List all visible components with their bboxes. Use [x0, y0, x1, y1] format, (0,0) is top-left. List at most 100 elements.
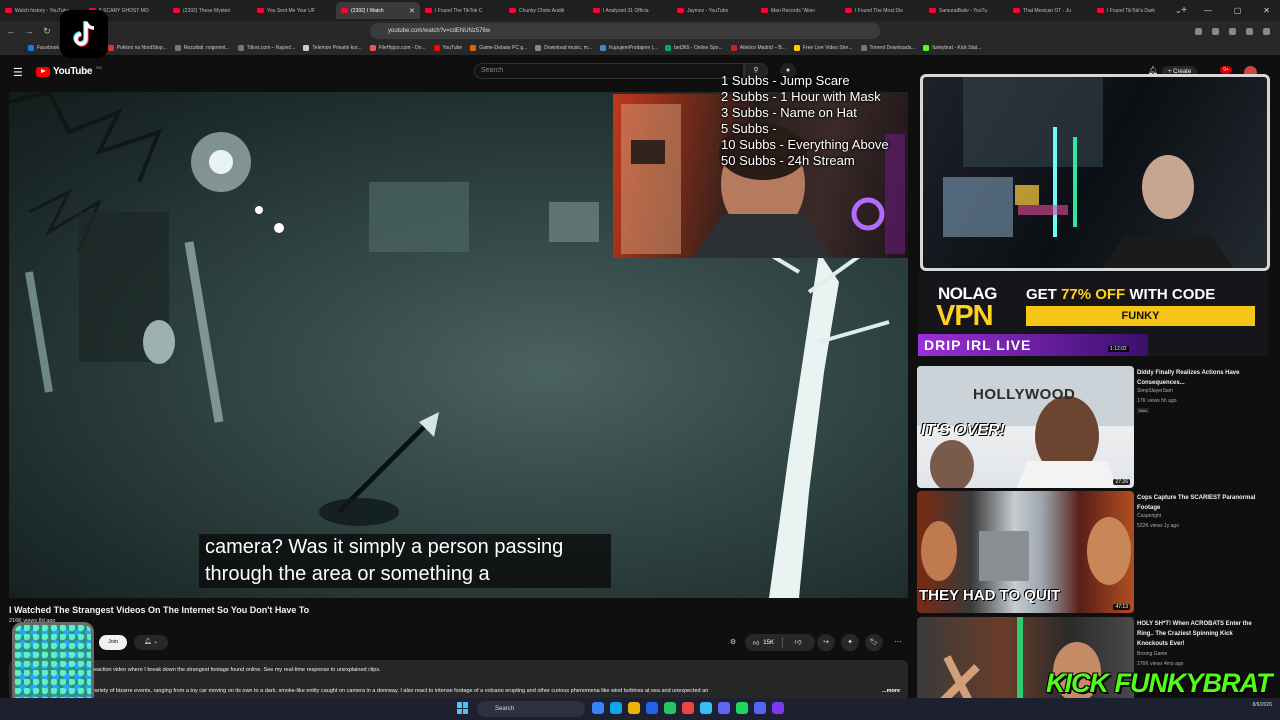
video-title[interactable]: Cops Capture The SCARIEST Paranormal Foo…	[1137, 493, 1262, 513]
extension-icons	[1195, 23, 1270, 39]
extension-icon[interactable]	[1246, 27, 1253, 35]
recommended-video[interactable]: HOLLYWOOD IT'S OVER! 27:26 Diddy Finally…	[917, 366, 1277, 488]
edge-icon[interactable]	[610, 702, 622, 714]
bookmark-item[interactable]: Download music, m...	[535, 45, 592, 51]
spotify-icon[interactable]	[736, 702, 748, 714]
bookmark-item[interactable]: Atletico Madrid – B...	[730, 45, 786, 51]
bookmark-item[interactable]: Free Live Video Stre...	[793, 45, 853, 51]
browser-tab[interactable]: You Sent Me Your UF	[252, 2, 336, 19]
ask-ai-icon[interactable]: ✦	[841, 634, 859, 651]
save-icon[interactable]: 🔖︎	[865, 634, 883, 651]
video-caption: camera? Was it simply a person passing t…	[199, 534, 611, 588]
video-title[interactable]: Diddy Finally Realizes Actions Have Cons…	[1137, 368, 1262, 388]
bookmark-item[interactable]: Pokloni na NordStop...	[107, 45, 167, 51]
chrome-icon[interactable]	[664, 702, 676, 714]
forward-icon[interactable]: →	[22, 26, 36, 36]
bookmark-item[interactable]: Titlovi.com – Najveć...	[237, 45, 295, 51]
chevron-down-icon[interactable]: ⌄	[1175, 6, 1182, 15]
browser-tab[interactable]: I Found The Most Dis	[840, 2, 924, 19]
maximize-icon[interactable]: ▢	[1234, 6, 1242, 15]
close-tab-icon[interactable]: ✕	[409, 7, 415, 15]
join-button[interactable]: Join	[99, 635, 127, 650]
browser-tab[interactable]: I Found TikTok's Dark	[1092, 2, 1176, 19]
bookmark-favicon-icon	[860, 45, 867, 51]
browser-tab[interactable]: Jaymez - YouTube	[672, 2, 756, 19]
share-icon[interactable]: ↪	[817, 634, 835, 651]
video-thumbnail[interactable]: HOLLYWOOD IT'S OVER! 27:26	[917, 366, 1134, 488]
brave-icon[interactable]	[682, 702, 694, 714]
youtube-logo[interactable]: YouTube RS	[36, 65, 102, 77]
bookmark-favicon-icon	[730, 45, 737, 51]
thumbs-up-icon[interactable]: 👍︎	[753, 639, 759, 647]
bookmark-item[interactable]: Torrent Downloads...	[860, 45, 915, 51]
extension-icon[interactable]	[1212, 27, 1219, 35]
thumbs-down-icon[interactable]: 👎︎	[789, 634, 807, 651]
extension-icon[interactable]	[1195, 27, 1202, 35]
store-icon[interactable]	[646, 702, 658, 714]
bookmark-item[interactable]: KupujemProdajem |...	[600, 45, 657, 51]
bookmark-favicon-icon	[107, 45, 114, 51]
close-icon[interactable]: ✕	[1263, 6, 1270, 15]
video-thumbnail[interactable]: THEY HAD TO QUIT 47:13	[917, 491, 1134, 613]
youtube-favicon-icon	[173, 8, 180, 13]
video-title[interactable]: HOLY SH*T! When ACROBATS Enter the Ring.…	[1137, 619, 1262, 649]
channel-name[interactable]: Boxing Game	[1137, 651, 1167, 657]
bookmark-item[interactable]: FileHippo.com - Do...	[369, 45, 426, 51]
app-icon[interactable]	[754, 702, 766, 714]
bookmark-item[interactable]: Rezultati: nogomet...	[174, 45, 230, 51]
bookmark-favicon-icon	[470, 45, 477, 51]
extension-icon[interactable]	[1229, 27, 1236, 35]
app-icon[interactable]	[772, 702, 784, 714]
file-explorer-icon[interactable]	[628, 702, 640, 714]
bookmark-item[interactable]: funkybrat - Kick Stat...	[923, 45, 981, 51]
video-meta: 522K views 1y ago	[1137, 523, 1179, 529]
bell-icon: 🔔︎ ⌄	[143, 639, 159, 645]
minimize-icon[interactable]: —	[1204, 6, 1212, 15]
telegram-icon[interactable]	[700, 702, 712, 714]
browser-tab-active[interactable]: (2392) I Watch ✕	[336, 2, 420, 19]
taskbar-search[interactable]: Search	[477, 701, 585, 717]
back-icon[interactable]: ←	[4, 26, 18, 36]
browser-toolbar: ← → ↻ youtube.com/watch?v=cdENUNz576w	[0, 21, 1280, 41]
youtube-favicon-icon	[593, 8, 600, 13]
browser-tab[interactable]: I Analyzed 31 Officia	[588, 2, 672, 19]
subscription-bell-button[interactable]: 🔔︎ ⌄	[134, 635, 168, 650]
vpn-offer-text: GET 77% OFF WITH CODE	[1026, 286, 1216, 303]
thumbnail-text: HOLLYWOOD	[973, 386, 1076, 403]
search-input[interactable]: Search	[474, 63, 744, 79]
browser-tab[interactable]: (2392) These Mysteri	[168, 2, 252, 19]
discord-icon[interactable]	[718, 702, 730, 714]
channel-name[interactable]: SimpSlayerSam	[1137, 388, 1173, 394]
address-bar[interactable]: youtube.com/watch?v=cdENUNz576w	[370, 23, 880, 39]
windows-start-icon[interactable]	[457, 702, 469, 714]
windows-taskbar: Search 8/6/2026	[0, 698, 1280, 720]
copilot-icon[interactable]	[592, 702, 604, 714]
vpn-ad-banner[interactable]: NOLAG VPN GET 77% OFF WITH CODE FUNKY DR…	[918, 272, 1268, 356]
bookmark-item[interactable]: Game-Debate PC g...	[470, 45, 527, 51]
bookmark-favicon-icon	[369, 45, 376, 51]
vpn-thumbnail-strip: DRIP IRL LIVE	[918, 334, 1148, 356]
bookmark-item[interactable]: YouTube	[433, 45, 462, 51]
channel-name[interactable]: Casperight	[1137, 513, 1161, 519]
browser-tab[interactable]: SamuraiBaitv - YouTu	[924, 2, 1008, 19]
browser-tab[interactable]: That Mexican OT - Ju	[1008, 2, 1092, 19]
more-options-icon[interactable]: ⋯	[889, 634, 907, 651]
like-count: 15K	[763, 639, 774, 646]
extension-gear-icon[interactable]: ⚙	[724, 634, 742, 651]
youtube-favicon-icon	[425, 8, 432, 13]
browser-tab[interactable]: Chunky Choto Auditi	[504, 2, 588, 19]
bookmark-item[interactable]: bet365 - Online Spo...	[665, 45, 723, 51]
video-title-heading: I Watched The Strangest Videos On The In…	[9, 605, 310, 615]
browser-tab[interactable]: I Found The TikTok C	[420, 2, 504, 19]
show-more-link[interactable]: ...more	[882, 688, 900, 694]
browser-tab[interactable]: Man Records "Alien	[756, 2, 840, 19]
video-duration: 47:13	[1113, 604, 1130, 610]
youtube-favicon-icon	[5, 8, 12, 13]
reload-icon[interactable]: ↻	[40, 26, 54, 37]
recommended-video[interactable]: THEY HAD TO QUIT 47:13 Cops Capture The …	[917, 491, 1277, 613]
bookmark-item[interactable]: Facebook	[28, 45, 59, 51]
menu-icon[interactable]	[1263, 27, 1270, 35]
hamburger-menu-icon[interactable]: ☰	[13, 66, 23, 79]
description-box[interactable]	[9, 660, 908, 700]
bookmark-item[interactable]: Telemon Privatni kor...	[303, 45, 362, 51]
